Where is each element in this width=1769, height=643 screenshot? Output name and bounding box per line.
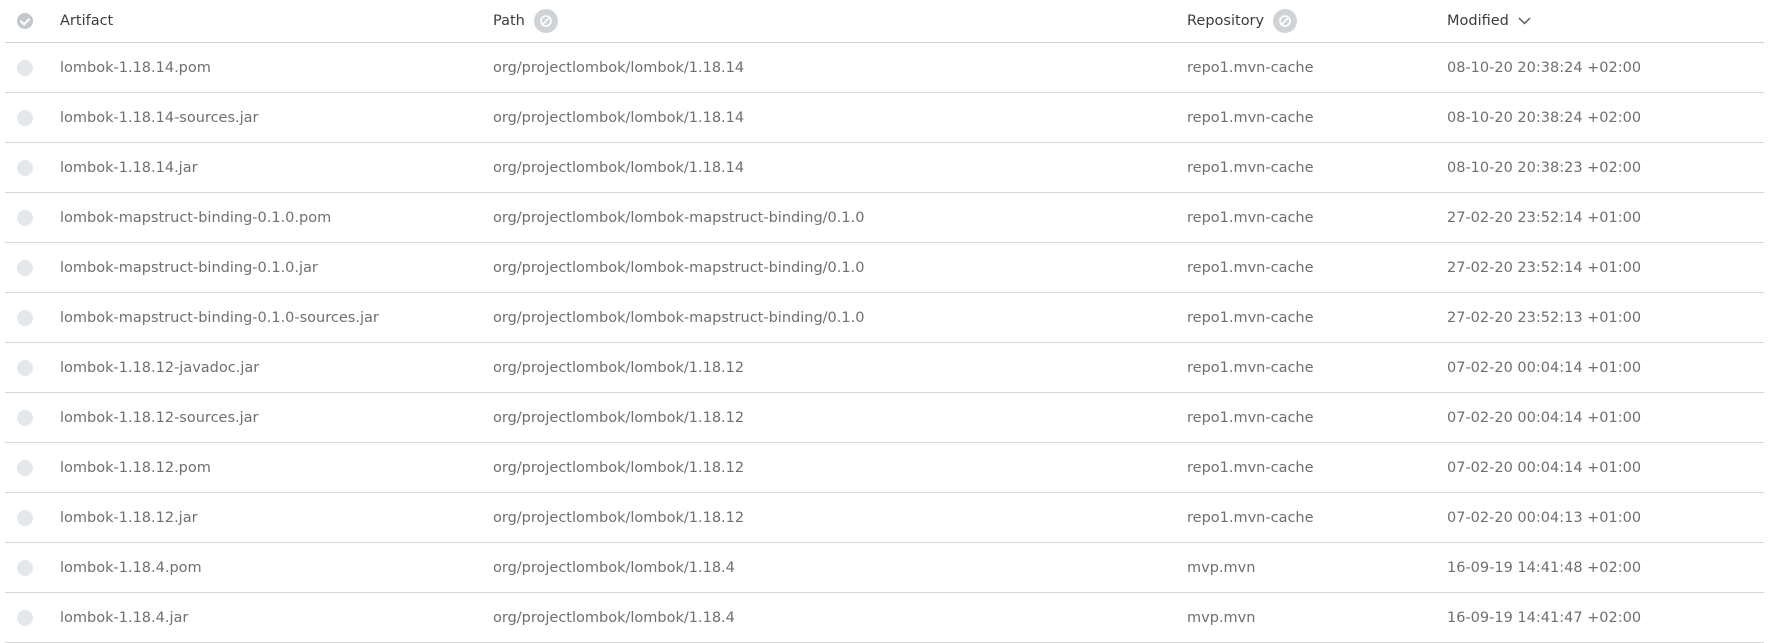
artifact-path: org/projectlombok/lombok-mapstruct-bindi… [493,209,865,226]
artifact-modified: 27-02-20 23:52:14 +01:00 [1447,209,1642,226]
table-row[interactable]: lombok-1.18.12.jar org/projectlombok/lom… [5,493,1764,543]
table-row[interactable]: lombok-1.18.4.jar org/projectlombok/lomb… [5,593,1764,643]
artifact-modified: 27-02-20 23:52:13 +01:00 [1447,309,1642,326]
row-checkbox[interactable] [17,309,33,326]
artifact-path: org/projectlombok/lombok/1.18.4 [493,609,735,626]
row-checkbox[interactable] [17,159,33,176]
artifact-name[interactable]: lombok-1.18.14-sources.jar [60,93,259,142]
column-header-artifact-label: Artifact [60,13,114,29]
row-checkbox[interactable] [17,359,33,376]
select-all-cell [17,0,33,42]
row-select-cell [17,593,33,642]
artifact-name[interactable]: lombok-1.18.4.pom [60,543,202,592]
row-select-cell [17,293,33,342]
table-header: Artifact Path Repository Modified [5,0,1764,43]
table-row[interactable]: lombok-mapstruct-binding-0.1.0.pom org/p… [5,193,1764,243]
column-header-path-label: Path [493,13,525,29]
artifact-repository: repo1.mvn-cache [1187,59,1314,76]
row-checkbox[interactable] [17,459,33,476]
artifact-path: org/projectlombok/lombok/1.18.12 [493,359,745,376]
artifact-path: org/projectlombok/lombok-mapstruct-bindi… [493,259,865,276]
column-header-repository[interactable]: Repository [1187,0,1298,42]
artifact-name[interactable]: lombok-1.18.12-sources.jar [60,393,259,442]
artifacts-table: Artifact Path Repository Modified lombok… [5,0,1764,643]
artifact-repository: mvp.mvn [1187,559,1256,576]
artifact-modified: 16-09-19 14:41:48 +02:00 [1447,559,1642,576]
artifact-repository: repo1.mvn-cache [1187,359,1314,376]
row-checkbox[interactable] [17,59,33,76]
chevron-down-icon[interactable] [1518,17,1531,25]
artifact-repository: repo1.mvn-cache [1187,259,1314,276]
row-checkbox[interactable] [17,409,33,426]
row-checkbox[interactable] [17,609,33,626]
artifact-modified: 08-10-20 20:38:23 +02:00 [1447,159,1642,176]
artifact-path: org/projectlombok/lombok-mapstruct-bindi… [493,309,865,326]
row-select-cell [17,243,33,292]
artifact-modified: 07-02-20 00:04:14 +01:00 [1447,409,1642,426]
artifact-path: org/projectlombok/lombok/1.18.4 [493,559,735,576]
artifact-path: org/projectlombok/lombok/1.18.12 [493,409,745,426]
artifact-name[interactable]: lombok-mapstruct-binding-0.1.0-sources.j… [60,293,379,342]
table-row[interactable]: lombok-mapstruct-binding-0.1.0-sources.j… [5,293,1764,343]
artifact-name[interactable]: lombok-1.18.12.pom [60,443,211,492]
column-header-artifact[interactable]: Artifact [60,0,113,42]
table-row[interactable]: lombok-1.18.4.pom org/projectlombok/lomb… [5,543,1764,593]
artifact-repository: repo1.mvn-cache [1187,309,1314,326]
artifact-path: org/projectlombok/lombok/1.18.12 [493,509,745,526]
group-by-path-icon[interactable] [533,9,558,33]
artifact-repository: repo1.mvn-cache [1187,509,1314,526]
artifact-modified: 07-02-20 00:04:14 +01:00 [1447,359,1642,376]
artifact-modified: 08-10-20 20:38:24 +02:00 [1447,59,1642,76]
select-all-checkbox[interactable] [17,13,33,29]
artifact-modified: 07-02-20 00:04:14 +01:00 [1447,459,1642,476]
artifact-name[interactable]: lombok-mapstruct-binding-0.1.0.jar [60,243,318,292]
artifact-repository: repo1.mvn-cache [1187,409,1314,426]
table-row[interactable]: lombok-1.18.12-sources.jar org/projectlo… [5,393,1764,443]
artifact-repository: repo1.mvn-cache [1187,459,1314,476]
artifact-repository: repo1.mvn-cache [1187,159,1314,176]
row-select-cell [17,93,33,142]
column-header-repository-label: Repository [1187,13,1265,29]
artifact-modified: 08-10-20 20:38:24 +02:00 [1447,109,1642,126]
artifact-repository: mvp.mvn [1187,609,1256,626]
row-select-cell [17,43,33,92]
artifact-name[interactable]: lombok-mapstruct-binding-0.1.0.pom [60,193,331,242]
artifact-name[interactable]: lombok-1.18.14.jar [60,143,198,192]
artifact-path: org/projectlombok/lombok/1.18.14 [493,109,745,126]
artifact-name[interactable]: lombok-1.18.4.jar [60,593,188,642]
row-checkbox[interactable] [17,209,33,226]
row-checkbox[interactable] [17,109,33,126]
artifact-modified: 27-02-20 23:52:14 +01:00 [1447,259,1642,276]
artifact-path: org/projectlombok/lombok/1.18.12 [493,459,745,476]
artifact-repository: repo1.mvn-cache [1187,109,1314,126]
artifact-path: org/projectlombok/lombok/1.18.14 [493,159,745,176]
table-row[interactable]: lombok-1.18.14.jar org/projectlombok/lom… [5,143,1764,193]
row-select-cell [17,193,33,242]
artifact-name[interactable]: lombok-1.18.14.pom [60,43,211,92]
column-header-path[interactable]: Path [493,0,558,42]
artifact-modified: 07-02-20 00:04:13 +01:00 [1447,509,1642,526]
row-select-cell [17,543,33,592]
row-select-cell [17,343,33,392]
table-row[interactable]: lombok-mapstruct-binding-0.1.0.jar org/p… [5,243,1764,293]
artifact-repository: repo1.mvn-cache [1187,209,1314,226]
column-header-modified-label: Modified [1447,13,1509,29]
table-row[interactable]: lombok-1.18.14-sources.jar org/projectlo… [5,93,1764,143]
table-row[interactable]: lombok-1.18.12.pom org/projectlombok/lom… [5,443,1764,493]
row-checkbox[interactable] [17,259,33,276]
row-select-cell [17,393,33,442]
artifact-path: org/projectlombok/lombok/1.18.14 [493,59,745,76]
table-row[interactable]: lombok-1.18.14.pom org/projectlombok/lom… [5,43,1764,93]
artifact-name[interactable]: lombok-1.18.12.jar [60,493,198,542]
artifact-modified: 16-09-19 14:41:47 +02:00 [1447,609,1642,626]
row-select-cell [17,493,33,542]
row-select-cell [17,143,33,192]
row-checkbox[interactable] [17,509,33,526]
column-header-modified[interactable]: Modified [1447,0,1531,42]
table-row[interactable]: lombok-1.18.12-javadoc.jar org/projectlo… [5,343,1764,393]
row-select-cell [17,443,33,492]
group-by-repository-icon[interactable] [1273,9,1298,33]
artifact-name[interactable]: lombok-1.18.12-javadoc.jar [60,343,259,392]
row-checkbox[interactable] [17,559,33,576]
